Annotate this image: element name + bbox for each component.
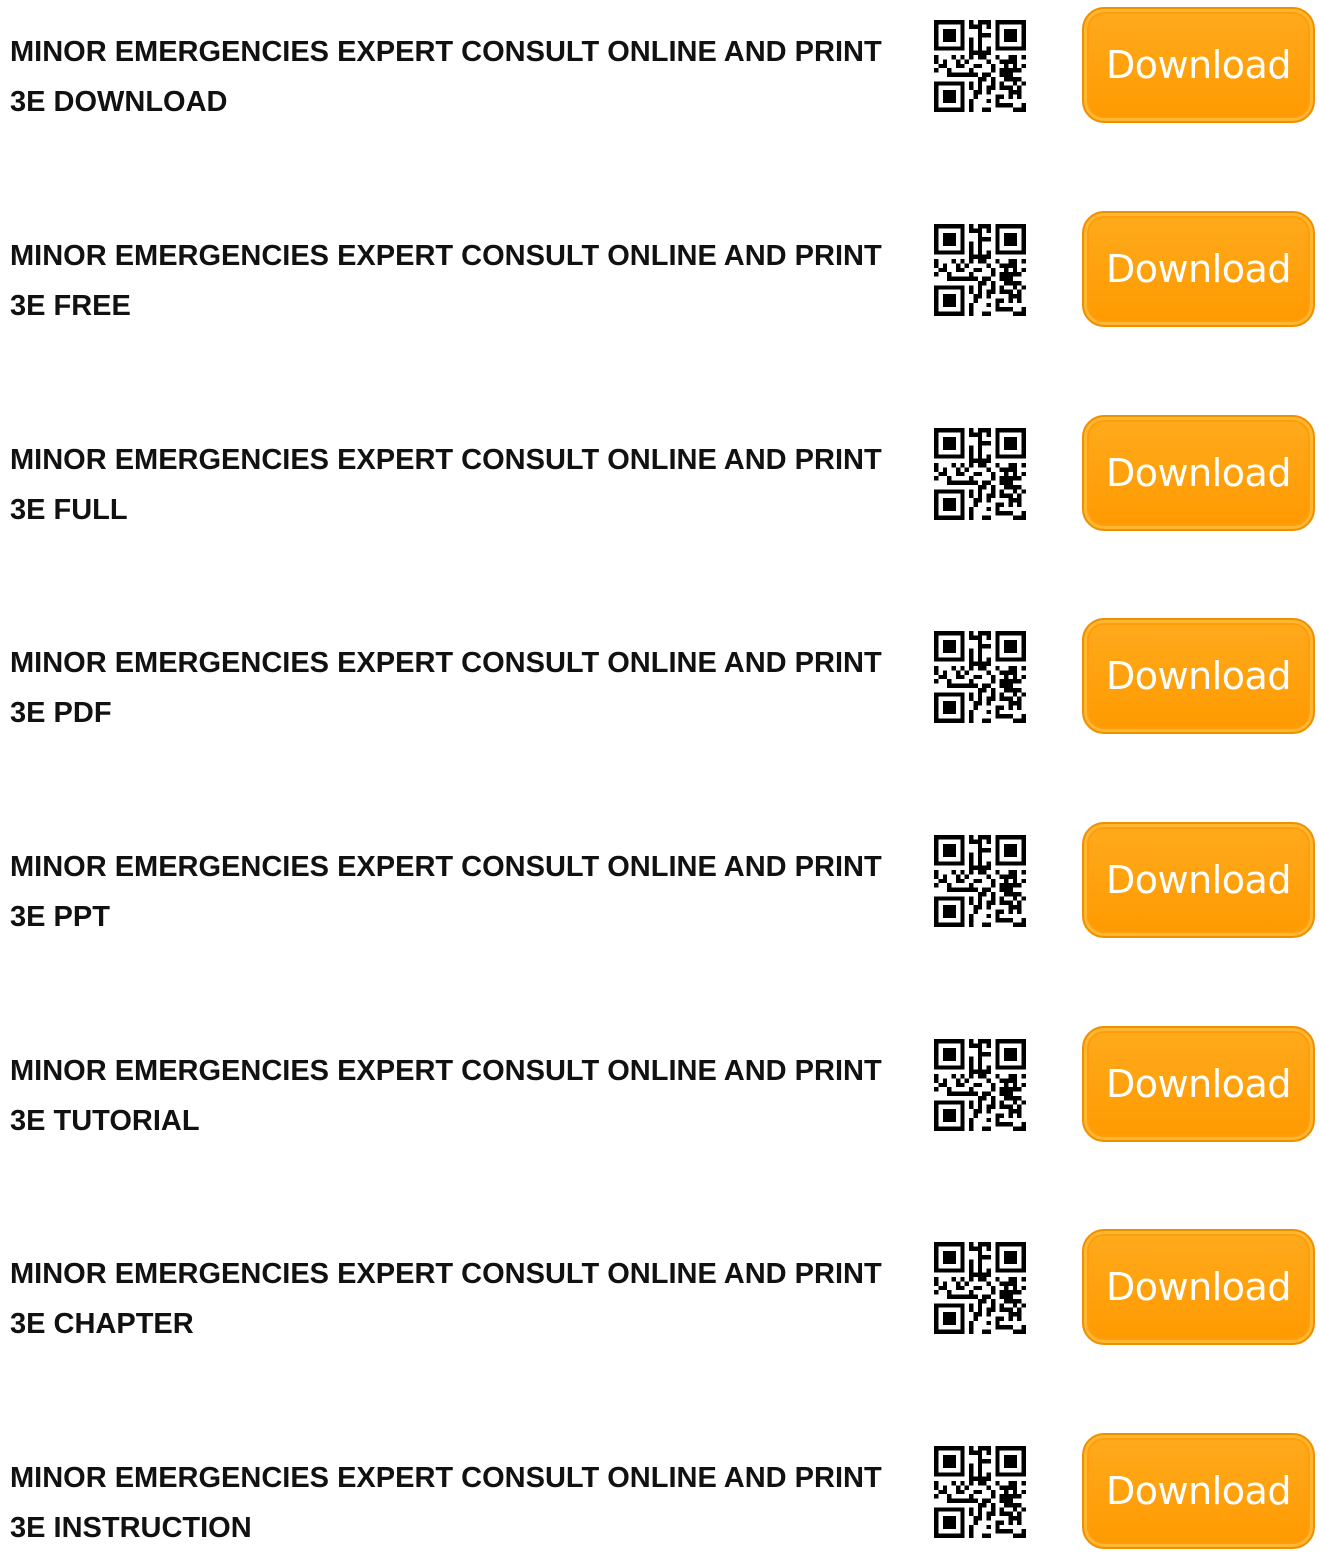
list-item: MINOR EMERGENCIES EXPERT CONSULT ONLINE … bbox=[0, 611, 1319, 741]
qr-code-icon bbox=[934, 428, 1026, 520]
qr-code-icon bbox=[934, 1039, 1026, 1131]
item-title: MINOR EMERGENCIES EXPERT CONSULT ONLINE … bbox=[10, 444, 882, 526]
qr-code-icon bbox=[934, 20, 1026, 112]
download-button[interactable]: Download bbox=[1082, 7, 1315, 123]
item-title: MINOR EMERGENCIES EXPERT CONSULT ONLINE … bbox=[10, 36, 882, 118]
download-button[interactable]: Download bbox=[1082, 1433, 1315, 1549]
qr-code-icon bbox=[934, 835, 1026, 927]
qr-code-icon bbox=[934, 631, 1026, 723]
download-button[interactable]: Download bbox=[1082, 822, 1315, 938]
item-title: MINOR EMERGENCIES EXPERT CONSULT ONLINE … bbox=[10, 647, 882, 729]
download-button[interactable]: Download bbox=[1082, 211, 1315, 327]
list-item: MINOR EMERGENCIES EXPERT CONSULT ONLINE … bbox=[0, 1222, 1319, 1352]
qr-code-icon bbox=[934, 224, 1026, 316]
item-title: MINOR EMERGENCIES EXPERT CONSULT ONLINE … bbox=[10, 1462, 882, 1544]
download-button[interactable]: Download bbox=[1082, 618, 1315, 734]
list-item: MINOR EMERGENCIES EXPERT CONSULT ONLINE … bbox=[0, 0, 1319, 130]
item-title: MINOR EMERGENCIES EXPERT CONSULT ONLINE … bbox=[10, 1258, 882, 1340]
item-title: MINOR EMERGENCIES EXPERT CONSULT ONLINE … bbox=[10, 1055, 882, 1137]
qr-code-icon bbox=[934, 1242, 1026, 1334]
download-button[interactable]: Download bbox=[1082, 1026, 1315, 1142]
qr-code-icon bbox=[934, 1446, 1026, 1538]
list-item: MINOR EMERGENCIES EXPERT CONSULT ONLINE … bbox=[0, 204, 1319, 334]
item-title: MINOR EMERGENCIES EXPERT CONSULT ONLINE … bbox=[10, 240, 882, 322]
list-item: MINOR EMERGENCIES EXPERT CONSULT ONLINE … bbox=[0, 1019, 1319, 1149]
list-item: MINOR EMERGENCIES EXPERT CONSULT ONLINE … bbox=[0, 1426, 1319, 1556]
list-item: MINOR EMERGENCIES EXPERT CONSULT ONLINE … bbox=[0, 815, 1319, 945]
list-item: MINOR EMERGENCIES EXPERT CONSULT ONLINE … bbox=[0, 408, 1319, 538]
download-button[interactable]: Download bbox=[1082, 1229, 1315, 1345]
item-title: MINOR EMERGENCIES EXPERT CONSULT ONLINE … bbox=[10, 851, 882, 933]
download-button[interactable]: Download bbox=[1082, 415, 1315, 531]
